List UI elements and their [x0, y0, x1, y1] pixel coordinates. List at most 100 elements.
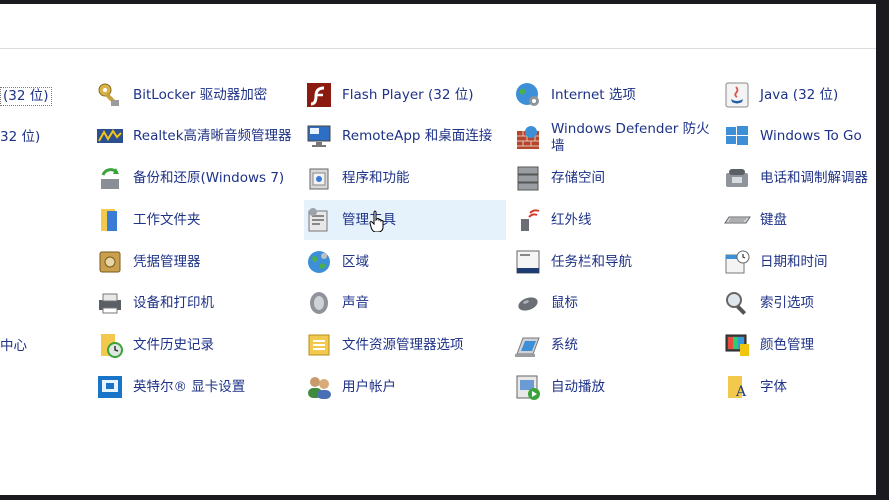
partial-item-2[interactable]: 32 位) [0, 117, 40, 157]
cp-item-label: 字体 [760, 378, 787, 395]
cp-item-label: 设备和打印机 [133, 294, 214, 311]
cp-item-label: 任务栏和导航 [551, 253, 632, 270]
hand-cursor-icon [369, 210, 384, 232]
cp-item-label: 程序和功能 [342, 169, 410, 186]
cp-item-label: Internet 选项 [551, 86, 636, 103]
cp-item-infrared[interactable]: 红外线 [513, 200, 592, 240]
cp-item-flash-player[interactable]: Flash Player (32 位) [304, 75, 473, 115]
cp-item-work-folders[interactable]: 工作文件夹 [95, 200, 201, 240]
cp-item-backup[interactable]: 备份和还原(Windows 7) [95, 158, 284, 198]
admin-tools-icon [308, 208, 328, 232]
cp-item-label: 存储空间 [551, 169, 605, 186]
cp-item-date-time[interactable]: 日期和时间 [722, 242, 828, 282]
cp-item-label: 声音 [342, 294, 369, 311]
cp-item-label: 凭据管理器 [133, 253, 201, 270]
cp-item-label: 键盘 [760, 211, 787, 228]
cp-item-label: Java (32 位) [760, 86, 839, 103]
cp-item-label: 文件资源管理器选项 [342, 336, 464, 353]
cp-item-label: RemoteApp 和桌面连接 [342, 127, 493, 144]
infrared-icon [521, 209, 540, 231]
cp-item-file-history[interactable]: 文件历史记录 [95, 325, 214, 365]
cp-item-label: Windows Defender 防火墙 [551, 121, 710, 154]
mouse-icon [518, 297, 538, 311]
programs-features-icon [309, 168, 329, 190]
top-bar [0, 4, 876, 49]
windows-to-go-icon [726, 126, 748, 145]
control-panel-items-grid: (32 位) 32 位) 中心 BitLocker 驱动器加密 Realtek高… [0, 50, 876, 490]
cp-item-system[interactable]: 系统 [513, 325, 578, 365]
cp-item-programs-features[interactable]: 程序和功能 [304, 158, 410, 198]
keyboard-icon [724, 216, 751, 224]
partial-item-1[interactable]: (32 位) [0, 76, 52, 116]
partial-item-3[interactable]: 中心 [0, 326, 27, 366]
cp-item-fonts[interactable]: A 字体 [722, 367, 787, 407]
cp-item-label: 颜色管理 [760, 336, 814, 353]
cp-item-region[interactable]: 区域 [304, 242, 369, 282]
cp-item-label: 日期和时间 [760, 253, 828, 270]
svg-text:A: A [735, 384, 747, 400]
partial-item-label: 32 位) [0, 128, 41, 145]
intel-graphics-icon [98, 376, 122, 398]
user-accounts-icon [308, 377, 331, 399]
sound-speaker-icon [310, 292, 328, 314]
taskbar-navigation-icon [516, 250, 540, 274]
control-panel-window: (32 位) 32 位) 中心 BitLocker 驱动器加密 Realtek高… [0, 4, 876, 495]
cp-item-taskbar-navigation[interactable]: 任务栏和导航 [513, 242, 632, 282]
cp-item-intel-graphics[interactable]: 英特尔® 显卡设置 [95, 367, 245, 407]
cp-item-label: 用户帐户 [342, 378, 396, 395]
cp-item-label: 红外线 [551, 211, 592, 228]
work-folders-icon [101, 209, 117, 231]
cp-item-firewall[interactable]: Windows Defender 防火墙 [513, 116, 711, 160]
cp-item-java[interactable]: Java (32 位) [722, 75, 838, 115]
file-history-icon [101, 334, 123, 358]
cp-item-bitlocker[interactable]: BitLocker 驱动器加密 [95, 75, 267, 115]
cp-item-internet-options[interactable]: Internet 选项 [513, 75, 636, 115]
cp-item-credentials[interactable]: 凭据管理器 [95, 242, 201, 282]
cp-item-keyboard[interactable]: 键盘 [722, 200, 787, 240]
cp-item-label: 区域 [342, 253, 369, 270]
autoplay-icon [516, 375, 540, 400]
cp-item-admin-tools[interactable]: 管理工具 [304, 200, 506, 240]
region-globe-icon [308, 251, 330, 273]
explorer-options-icon [308, 334, 330, 356]
cp-item-label: 电话和调制解调器 [760, 169, 868, 186]
cp-item-autoplay[interactable]: 自动播放 [513, 367, 605, 407]
cp-item-label: 工作文件夹 [133, 211, 201, 228]
color-management-icon [725, 334, 749, 356]
cp-item-mouse[interactable]: 鼠标 [513, 283, 578, 323]
cp-item-realtek[interactable]: Realtek高清晰音频管理器 [95, 116, 292, 156]
cp-item-label: Flash Player (32 位) [342, 86, 474, 103]
cp-item-devices-printers[interactable]: 设备和打印机 [95, 283, 214, 323]
cp-item-label: 鼠标 [551, 294, 578, 311]
cp-item-label: 备份和还原(Windows 7) [133, 169, 285, 186]
cp-item-indexing[interactable]: 索引选项 [722, 283, 814, 323]
phone-modem-icon [726, 169, 748, 187]
cp-item-color-management[interactable]: 颜色管理 [722, 325, 814, 365]
remoteapp-icon [307, 125, 331, 147]
cp-item-label: 索引选项 [760, 294, 814, 311]
bitlocker-key-icon [98, 83, 119, 106]
realtek-audio-icon [97, 129, 123, 143]
cp-item-label: 自动播放 [551, 378, 605, 395]
cp-item-storage-spaces[interactable]: 存储空间 [513, 158, 605, 198]
credential-manager-icon [99, 251, 121, 273]
cp-item-user-accounts[interactable]: 用户帐户 [304, 367, 396, 407]
cp-item-sound[interactable]: 声音 [304, 283, 369, 323]
cp-item-windows-to-go[interactable]: Windows To Go [722, 116, 862, 156]
cp-item-remoteapp[interactable]: RemoteApp 和桌面连接 [304, 116, 492, 156]
cp-item-label: 系统 [551, 336, 578, 353]
devices-printers-icon [99, 293, 121, 314]
backup-restore-icon [101, 168, 119, 189]
indexing-options-icon [726, 292, 747, 315]
firewall-icon [517, 126, 539, 149]
storage-spaces-icon [517, 166, 539, 191]
cp-item-phone-modem[interactable]: 电话和调制解调器 [722, 158, 868, 198]
cp-item-explorer-options[interactable]: 文件资源管理器选项 [304, 325, 464, 365]
cp-item-label: Windows To Go [760, 127, 862, 144]
flash-player-icon [307, 83, 331, 107]
partial-item-label: (32 位) [0, 86, 52, 106]
partial-item-label: 中心 [0, 337, 27, 354]
cp-item-label: Realtek高清晰音频管理器 [133, 127, 292, 144]
java-icon [725, 82, 749, 108]
fonts-icon: A [728, 376, 747, 400]
